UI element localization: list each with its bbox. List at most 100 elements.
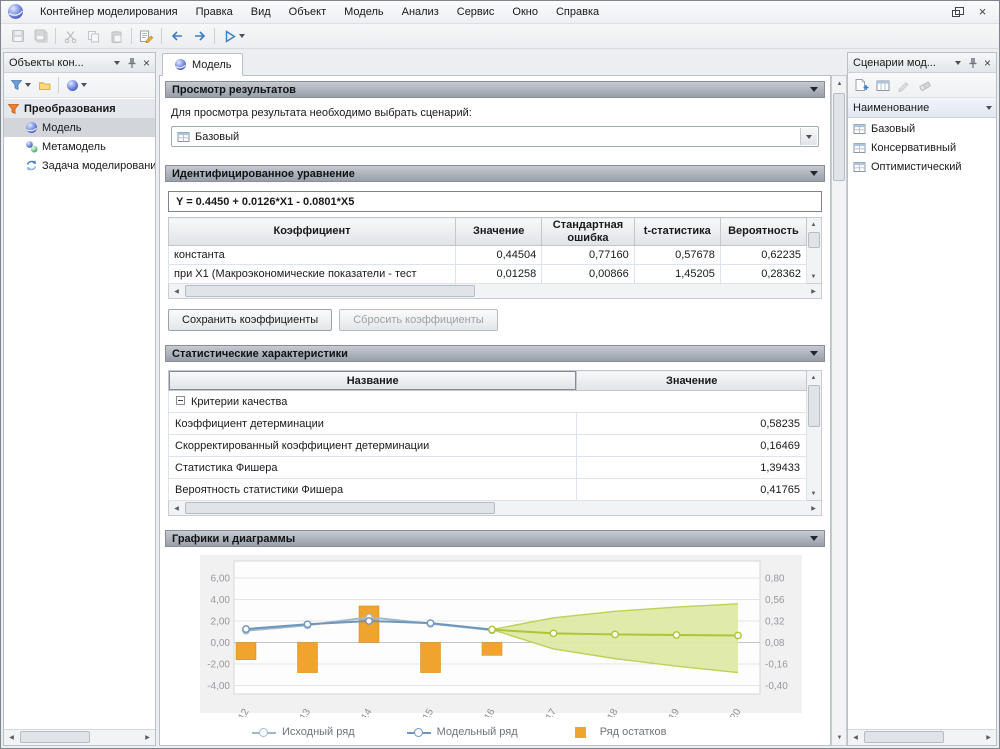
objects-panel-hscrollbar[interactable]: ◀ ▶ bbox=[4, 729, 155, 745]
forward-button[interactable] bbox=[188, 26, 211, 47]
scenario-row-base[interactable]: Базовый bbox=[848, 119, 996, 138]
column-dropdown-icon[interactable] bbox=[986, 106, 992, 110]
table-hscrollbar[interactable]: ◀ ▶ bbox=[168, 284, 822, 299]
menu-service[interactable]: Сервис bbox=[448, 2, 504, 22]
menu-analysis[interactable]: Анализ bbox=[393, 2, 448, 22]
tree-item-metamodel[interactable]: Метамодель bbox=[4, 137, 155, 156]
save-all-button[interactable] bbox=[29, 26, 52, 47]
scroll-up-button[interactable]: ▲ bbox=[807, 371, 820, 384]
new-scenario-button[interactable] bbox=[851, 75, 872, 96]
menu-model[interactable]: Модель bbox=[335, 2, 392, 22]
folder-button[interactable] bbox=[35, 75, 54, 96]
scroll-thumb[interactable] bbox=[185, 502, 495, 514]
scroll-up-button[interactable]: ▲ bbox=[832, 76, 847, 91]
scroll-right-button[interactable]: ▶ bbox=[140, 730, 155, 745]
copy-button[interactable] bbox=[82, 26, 105, 47]
menu-view[interactable]: Вид bbox=[242, 2, 280, 22]
column-header[interactable]: Значение bbox=[456, 218, 542, 246]
save-coefficients-button[interactable]: Сохранить коэффициенты bbox=[168, 309, 332, 331]
menu-edit[interactable]: Правка bbox=[187, 2, 242, 22]
scroll-left-button[interactable]: ◀ bbox=[848, 730, 863, 745]
run-button[interactable] bbox=[218, 26, 250, 47]
scroll-thumb[interactable] bbox=[833, 93, 845, 181]
table-row[interactable]: Скорректированный коэффициент детерминац… bbox=[169, 435, 807, 457]
column-header[interactable]: Значение bbox=[577, 371, 807, 391]
scroll-thumb[interactable] bbox=[864, 731, 944, 743]
column-header[interactable]: Стандартная ошибка bbox=[542, 218, 635, 246]
scenario-combobox[interactable]: Базовый bbox=[171, 126, 819, 147]
svg-text:6,00: 6,00 bbox=[211, 574, 231, 585]
table-vscrollbar[interactable]: ▲ ▼ bbox=[807, 370, 822, 501]
filter-button[interactable] bbox=[7, 75, 34, 96]
reset-coefficients-button[interactable]: Сбросить коэффициенты bbox=[339, 309, 497, 331]
edit-note-button[interactable] bbox=[135, 26, 158, 47]
tab-model[interactable]: Модель bbox=[162, 53, 243, 76]
back-button[interactable] bbox=[165, 26, 188, 47]
panel-menu-icon[interactable] bbox=[114, 61, 120, 65]
equation-box[interactable]: Y = 0.4450 + 0.0126*X1 - 0.0801*X5 bbox=[168, 191, 822, 212]
run-dropdown-icon[interactable] bbox=[239, 34, 245, 38]
table-row[interactable]: константа 0,44504 0,77160 0,57678 0,6223… bbox=[169, 246, 807, 265]
pin-icon[interactable] bbox=[125, 56, 138, 69]
panel-menu-icon[interactable] bbox=[955, 61, 961, 65]
tree-item-transformations[interactable]: Преобразования bbox=[4, 99, 155, 118]
table-row[interactable]: Коэффициент детерминации 0,58235 bbox=[169, 413, 807, 435]
scroll-right-button[interactable]: ▶ bbox=[981, 730, 996, 745]
table-row[interactable]: Вероятность статистики Фишера 0,41765 bbox=[169, 479, 807, 501]
save-button[interactable] bbox=[6, 26, 29, 47]
collapse-group-icon[interactable] bbox=[176, 396, 185, 405]
section-title: Просмотр результатов bbox=[172, 84, 296, 96]
table-row[interactable]: Статистика Фишера 1,39433 bbox=[169, 457, 807, 479]
scenarios-panel-hscrollbar[interactable]: ◀ ▶ bbox=[848, 729, 996, 745]
close-panel-icon[interactable]: × bbox=[143, 57, 150, 69]
menu-window[interactable]: Окно bbox=[503, 2, 547, 22]
column-header[interactable]: Вероятность bbox=[720, 218, 806, 246]
table-hscrollbar[interactable]: ◀ ▶ bbox=[168, 501, 822, 516]
section-header-statistics[interactable]: Статистические характеристики bbox=[165, 345, 825, 362]
scroll-up-button[interactable]: ▲ bbox=[807, 218, 820, 231]
cell: Статистика Фишера bbox=[169, 457, 577, 479]
scroll-thumb[interactable] bbox=[20, 731, 90, 743]
columns-button[interactable] bbox=[873, 75, 893, 96]
close-panel-icon[interactable]: × bbox=[984, 57, 991, 69]
tree-item-model[interactable]: Модель bbox=[4, 118, 155, 137]
paste-button[interactable] bbox=[105, 26, 128, 47]
scroll-right-button[interactable]: ▶ bbox=[806, 284, 821, 298]
close-window-button[interactable]: × bbox=[969, 2, 996, 21]
column-header[interactable]: t-статистика bbox=[634, 218, 720, 246]
pin-icon[interactable] bbox=[966, 56, 979, 69]
scroll-thumb[interactable] bbox=[808, 385, 820, 427]
column-header[interactable]: Коэффициент bbox=[169, 218, 456, 246]
section-header-results[interactable]: Просмотр результатов bbox=[165, 81, 825, 98]
scroll-down-button[interactable]: ▼ bbox=[807, 487, 820, 500]
menu-container-modeling[interactable]: Контейнер моделирования bbox=[31, 2, 187, 22]
tree-item-modeling-task[interactable]: Задача моделирования bbox=[4, 156, 155, 175]
scenario-row-optimistic[interactable]: Оптимистический bbox=[848, 157, 996, 176]
scroll-left-button[interactable]: ◀ bbox=[169, 501, 184, 515]
scroll-down-button[interactable]: ▼ bbox=[807, 270, 820, 283]
scroll-left-button[interactable]: ◀ bbox=[169, 284, 184, 298]
workspace: Объекты кон... × Преобразования Модель bbox=[1, 50, 999, 748]
restore-window-button[interactable] bbox=[942, 2, 969, 21]
menu-help[interactable]: Справка bbox=[547, 2, 608, 22]
column-header-name[interactable]: Наименование bbox=[848, 98, 996, 118]
table-vscrollbar[interactable]: ▲ ▼ bbox=[807, 217, 822, 284]
scenario-row-conservative[interactable]: Консервативный bbox=[848, 138, 996, 157]
view-mode-button[interactable] bbox=[63, 75, 90, 96]
cut-button[interactable] bbox=[59, 26, 82, 47]
scroll-left-button[interactable]: ◀ bbox=[4, 730, 19, 745]
section-header-charts[interactable]: Графики и диаграммы bbox=[165, 530, 825, 547]
menu-object[interactable]: Объект bbox=[280, 2, 335, 22]
table-row[interactable]: при X1 (Макроэкономические показатели - … bbox=[169, 265, 807, 284]
delete-scenario-button[interactable] bbox=[915, 75, 935, 96]
scroll-right-button[interactable]: ▶ bbox=[806, 501, 821, 515]
column-header[interactable]: Название bbox=[169, 371, 577, 391]
edit-scenario-button[interactable] bbox=[894, 75, 914, 96]
main-vscrollbar[interactable]: ▲ ▼ bbox=[831, 75, 847, 746]
scroll-thumb[interactable] bbox=[185, 285, 475, 297]
scroll-thumb[interactable] bbox=[808, 232, 820, 248]
group-row[interactable]: Критерии качества bbox=[169, 391, 807, 413]
section-header-equation[interactable]: Идентифицированное уравнение bbox=[165, 165, 825, 182]
combo-dropdown-button[interactable] bbox=[800, 128, 817, 145]
scroll-down-button[interactable]: ▼ bbox=[832, 730, 847, 745]
